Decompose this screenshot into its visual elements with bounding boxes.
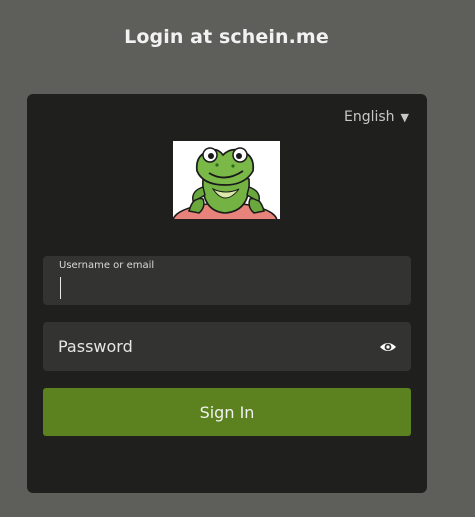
password-field[interactable] [43,322,411,371]
frog-logo [172,141,280,240]
password-input[interactable] [58,322,371,371]
username-input[interactable] [58,268,371,305]
username-field[interactable]: Username or email [43,256,411,305]
chevron-down-icon: ▼ [400,110,409,124]
frog-logo-icon [172,141,280,240]
sign-in-button[interactable]: Sign In [43,388,411,436]
language-selector[interactable]: English ▼ [344,109,409,125]
language-label: English [343,109,395,125]
page-title: Login at schein.me [124,26,329,48]
eye-icon[interactable] [379,339,397,353]
login-card: English ▼ Username or email Sign In [27,94,427,493]
